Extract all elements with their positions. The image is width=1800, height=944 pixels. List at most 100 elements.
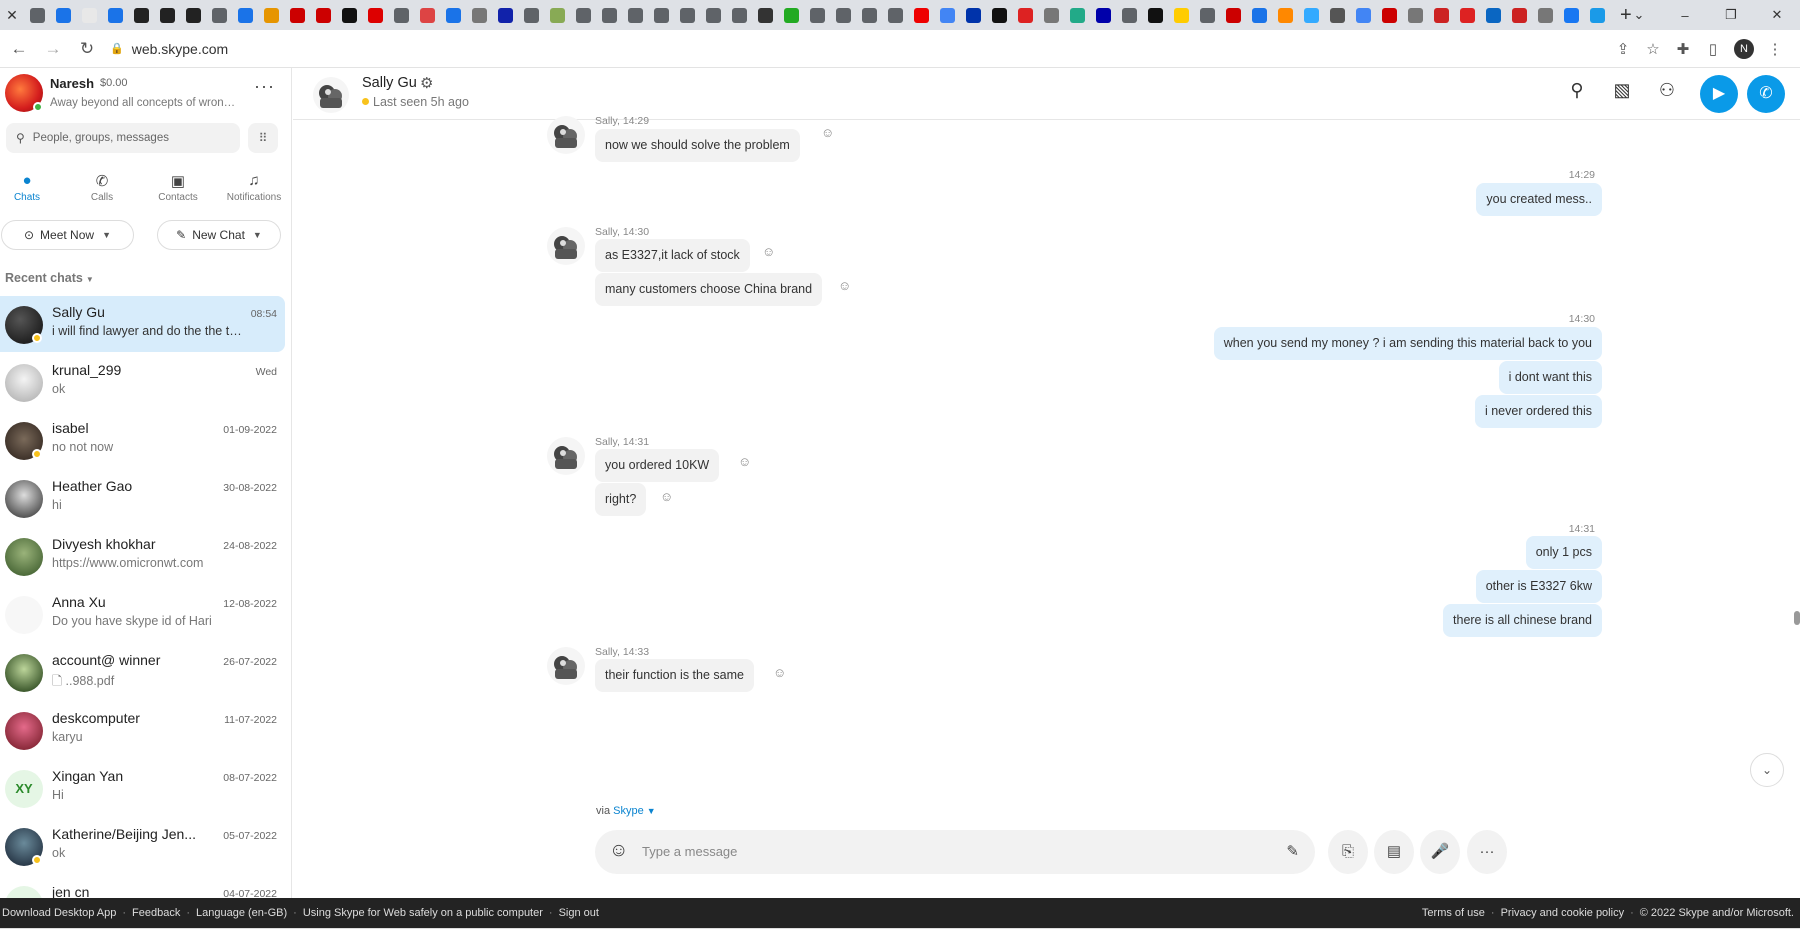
footer-link[interactable]: Privacy and cookie policy bbox=[1501, 907, 1625, 919]
chat-list-item[interactable]: Divyesh khokhar 24-08-2022 https://www.omi… bbox=[0, 528, 285, 584]
via-skype-link[interactable]: Skype bbox=[613, 805, 644, 817]
my-balance[interactable]: $0.00 bbox=[100, 77, 128, 89]
tab-favicon-icon[interactable] bbox=[1251, 7, 1267, 23]
tab-favicon-icon[interactable] bbox=[627, 7, 643, 23]
tab-favicon-icon[interactable] bbox=[1121, 7, 1137, 23]
pen-icon[interactable]: ✎ bbox=[1286, 842, 1299, 860]
tab-favicon-icon[interactable] bbox=[1095, 7, 1111, 23]
tab-favicon-icon[interactable] bbox=[1485, 7, 1501, 23]
tab-favicon-icon[interactable] bbox=[497, 7, 513, 23]
reload-icon[interactable]: ↻ bbox=[72, 39, 102, 59]
back-icon[interactable]: ← bbox=[4, 39, 34, 59]
tab-favicon-icon[interactable] bbox=[419, 7, 435, 23]
tab-favicon-icon[interactable] bbox=[393, 7, 409, 23]
tab-favicon-icon[interactable] bbox=[107, 7, 123, 23]
contact-card-button[interactable]: ▤ bbox=[1374, 830, 1414, 874]
add-reaction-icon[interactable]: ☺ bbox=[773, 665, 786, 680]
search-input[interactable]: ⚲ People, groups, messages bbox=[6, 123, 240, 153]
nav-chats[interactable]: ● Chats bbox=[0, 172, 62, 203]
add-reaction-icon[interactable]: ☺ bbox=[762, 244, 775, 259]
tab-favicon-icon[interactable] bbox=[471, 7, 487, 23]
tab-favicon-icon[interactable] bbox=[133, 7, 149, 23]
tab-favicon-icon[interactable] bbox=[601, 7, 617, 23]
tab-favicon-icon[interactable] bbox=[1199, 7, 1215, 23]
forward-icon[interactable]: → bbox=[38, 39, 68, 59]
tab-favicon-icon[interactable] bbox=[913, 7, 929, 23]
incoming-message[interactable]: many customers choose China brand bbox=[595, 273, 823, 306]
tab-favicon-icon[interactable] bbox=[1173, 7, 1189, 23]
outgoing-message[interactable]: only 1 pcs bbox=[1525, 536, 1602, 569]
my-mood-message[interactable]: Away beyond all concepts of wrong-doing … bbox=[50, 97, 240, 109]
tab-favicon-icon[interactable] bbox=[523, 7, 539, 23]
tab-favicon-icon[interactable] bbox=[1563, 7, 1579, 23]
chat-list-item[interactable]: isabel 01-09-2022 no not now bbox=[0, 412, 285, 468]
tab-favicon-icon[interactable] bbox=[1537, 7, 1553, 23]
recent-chats-header[interactable]: Recent chats ▼ bbox=[5, 271, 94, 285]
scroll-to-bottom-button[interactable]: ⌄ bbox=[1750, 753, 1784, 787]
tab-favicon-icon[interactable] bbox=[653, 7, 669, 23]
chat-list-item[interactable]: Heather Gao 30-08-2022 hi bbox=[0, 470, 285, 526]
message-composer[interactable]: ☺ Type a message ✎ bbox=[595, 830, 1315, 874]
tab-favicon-icon[interactable] bbox=[1017, 7, 1033, 23]
tab-favicon-icon[interactable] bbox=[1277, 7, 1293, 23]
address-bar[interactable]: 🔒 web.skype.com bbox=[110, 34, 1600, 63]
tab-favicon-icon[interactable] bbox=[575, 7, 591, 23]
chat-list-item[interactable]: Anna Xu 12-08-2022 Do you have skype id of… bbox=[0, 586, 285, 642]
tab-favicon-icon[interactable] bbox=[341, 7, 357, 23]
browser-menu-icon[interactable]: ⋮ bbox=[1760, 40, 1790, 58]
outgoing-message[interactable]: there is all chinese brand bbox=[1443, 604, 1602, 637]
footer-link[interactable]: Language (en-GB) bbox=[196, 907, 287, 919]
outgoing-message[interactable]: when you send my money ? i am sending th… bbox=[1213, 327, 1602, 360]
tab-favicon-icon[interactable] bbox=[731, 7, 747, 23]
chat-list-item[interactable]: Katherine/Beijing Jen... 05-07-2022 ok bbox=[0, 818, 285, 874]
outgoing-message[interactable]: you created mess.. bbox=[1476, 183, 1602, 216]
tab-favicon-icon[interactable] bbox=[1381, 7, 1397, 23]
chat-list-item[interactable]: Sally Gu 08:54 i will find lawyer and do t… bbox=[0, 296, 285, 352]
tab-favicon-icon[interactable] bbox=[289, 7, 305, 23]
chat-list-item[interactable]: krunal_299 Wed ok bbox=[0, 354, 285, 410]
tab-favicon-icon[interactable] bbox=[887, 7, 903, 23]
search-in-chat-icon[interactable]: ⚲ bbox=[1562, 80, 1592, 101]
tab-favicon-icon[interactable] bbox=[445, 7, 461, 23]
microphone-button[interactable]: 🎤 bbox=[1420, 830, 1460, 874]
contact-avatar[interactable] bbox=[312, 76, 350, 114]
footer-link[interactable]: Terms of use bbox=[1422, 907, 1485, 919]
chat-list-item[interactable]: XY Xingan Yan 08-07-2022 Hi bbox=[0, 760, 285, 816]
tab-favicon-icon[interactable] bbox=[1225, 7, 1241, 23]
nav-calls[interactable]: ✆ Calls bbox=[67, 172, 137, 203]
chat-list-item[interactable]: deskcomputer 11-07-2022 karyu bbox=[0, 702, 285, 758]
footer-link[interactable]: Sign out bbox=[559, 907, 599, 919]
share-icon[interactable]: ⇪ bbox=[1608, 40, 1638, 58]
outgoing-message[interactable]: other is E3327 6kw bbox=[1475, 570, 1602, 603]
tab-favicon-icon[interactable] bbox=[861, 7, 877, 23]
tab-favicon-icon[interactable] bbox=[159, 7, 175, 23]
incoming-message[interactable]: their function is the same bbox=[595, 659, 754, 692]
tab-favicon-icon[interactable] bbox=[679, 7, 695, 23]
chat-list-item[interactable]: account@ winner 26-07-2022 🗋 ..988.pdf bbox=[0, 644, 285, 700]
tab-favicon-icon[interactable] bbox=[835, 7, 851, 23]
tab-favicon-icon[interactable] bbox=[705, 7, 721, 23]
footer-link[interactable]: © 2022 Skype and/or Microsoft. bbox=[1640, 907, 1794, 919]
tab-favicon-icon[interactable] bbox=[757, 7, 773, 23]
gear-icon[interactable]: ⚙ bbox=[420, 74, 433, 92]
tab-favicon-icon[interactable] bbox=[1589, 7, 1605, 23]
video-call-button[interactable]: ▶ bbox=[1700, 75, 1738, 113]
tab-favicon-icon[interactable] bbox=[315, 7, 331, 23]
close-tab-icon[interactable]: ✕ bbox=[0, 7, 24, 24]
tab-favicon-icon[interactable] bbox=[1043, 7, 1059, 23]
tab-favicon-icon[interactable] bbox=[1355, 7, 1371, 23]
more-actions-button[interactable]: ··· bbox=[1467, 830, 1507, 874]
tab-favicon-icon[interactable] bbox=[965, 7, 981, 23]
outgoing-message[interactable]: i dont want this bbox=[1498, 361, 1602, 394]
tab-favicon-icon[interactable] bbox=[809, 7, 825, 23]
incoming-message[interactable]: you ordered 10KW bbox=[595, 449, 720, 482]
incoming-message[interactable]: now we should solve the problem bbox=[595, 129, 800, 162]
new-chat-button[interactable]: ✎ New Chat ▼ bbox=[157, 220, 281, 250]
tab-favicon-icon[interactable] bbox=[1069, 7, 1085, 23]
tab-favicon-icon[interactable] bbox=[1147, 7, 1163, 23]
tab-favicon-icon[interactable] bbox=[783, 7, 799, 23]
minimize-button[interactable]: – bbox=[1662, 8, 1708, 23]
footer-link[interactable]: Download Desktop App bbox=[2, 907, 116, 919]
tab-favicon-icon[interactable] bbox=[549, 7, 565, 23]
footer-link[interactable]: Using Skype for Web safely on a public c… bbox=[303, 907, 543, 919]
